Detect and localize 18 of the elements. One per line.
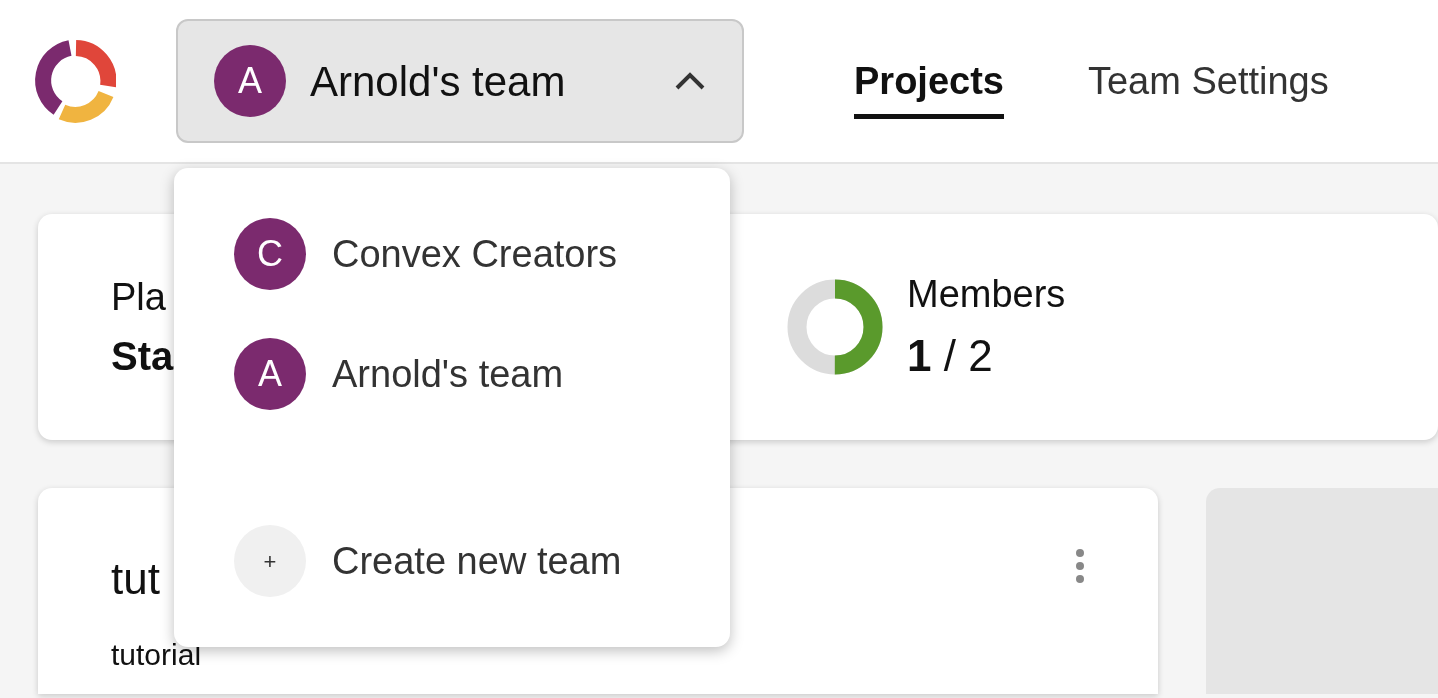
team-avatar: A bbox=[234, 338, 306, 410]
team-avatar: C bbox=[234, 218, 306, 290]
team-name: Arnold's team bbox=[310, 56, 566, 107]
plan-label: Pla bbox=[111, 274, 166, 320]
nav-tab[interactable]: Projects bbox=[854, 52, 1004, 119]
more-options-icon[interactable] bbox=[1075, 548, 1085, 584]
project-title: tut bbox=[111, 553, 161, 605]
members-count: 1 / 2 bbox=[907, 329, 994, 382]
team-menu-item[interactable]: A Arnold's team bbox=[234, 338, 670, 410]
create-team-item[interactable]: + Create new team bbox=[234, 525, 670, 597]
nav-tab[interactable]: Team Settings bbox=[1087, 52, 1329, 119]
plan-value: Sta bbox=[111, 332, 174, 380]
members-label: Members bbox=[907, 271, 1066, 317]
team-avatar: A bbox=[214, 45, 286, 117]
team-switcher[interactable]: A Arnold's team bbox=[176, 19, 744, 143]
project-slug: tutorial bbox=[111, 637, 202, 673]
team-menu-item[interactable]: C Convex Creators bbox=[234, 218, 670, 290]
plus-icon: + bbox=[234, 525, 306, 597]
